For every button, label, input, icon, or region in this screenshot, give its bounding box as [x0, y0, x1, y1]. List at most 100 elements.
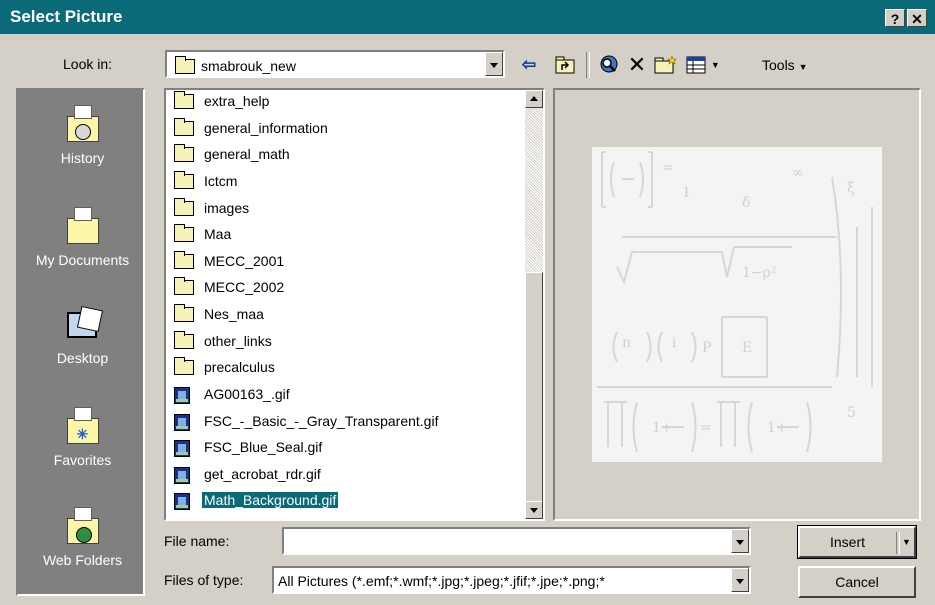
favorites-icon: ✳ [65, 407, 101, 446]
svg-text:=: = [662, 160, 674, 176]
list-item-name: precalculus [204, 359, 275, 375]
select-picture-dialog: Select Picture ? ✕ Look in: smabrouk_new… [0, 0, 935, 605]
folder-icon [174, 251, 194, 269]
title-bar[interactable]: Select Picture ? ✕ [0, 0, 935, 34]
history-icon [65, 105, 101, 144]
list-item-name: general_information [204, 120, 328, 136]
svg-text:∞: ∞ [792, 165, 804, 181]
my-documents-icon [65, 207, 101, 246]
list-item-name: AG00163_.gif [204, 386, 290, 402]
gif-file-icon [174, 387, 190, 404]
folder-icon [174, 331, 194, 349]
folder-icon [174, 304, 194, 322]
caret-down-icon: ▼ [710, 60, 720, 70]
folder-icon [174, 357, 194, 375]
svg-text:P: P [702, 340, 711, 356]
place-desktop[interactable]: Desktop [18, 305, 147, 366]
insert-options-arrow-icon[interactable]: ▼ [902, 528, 911, 556]
tools-menu-button[interactable]: Tools ▼ [762, 53, 824, 77]
place-label: Favorites [53, 452, 112, 468]
up-folder-icon [555, 56, 575, 74]
insert-label: Insert [829, 534, 865, 550]
cancel-label: Cancel [835, 574, 879, 590]
file-name-field[interactable] [282, 527, 751, 555]
chevron-down-icon[interactable] [485, 52, 503, 76]
caret-down-icon: ▼ [798, 62, 808, 72]
folder-icon [174, 277, 194, 295]
back-button[interactable]: ⇦ [517, 53, 541, 77]
desktop-icon [65, 305, 103, 344]
files-of-type-dropdown[interactable]: All Pictures (*.emf;*.wmf;*.jpg;*.jpeg;*… [272, 566, 751, 594]
svg-text:E: E [742, 340, 752, 356]
list-item-name: Math_Background.gif [200, 491, 340, 509]
gif-file-icon [174, 414, 190, 431]
svg-text:1−ρ²: 1−ρ² [742, 265, 776, 281]
file-list[interactable]: extra_help general_information general_m… [164, 88, 545, 521]
list-item-name: images [204, 200, 250, 216]
delete-button[interactable]: ✕ [626, 53, 648, 77]
insert-button[interactable]: Insert ▼ [797, 525, 917, 559]
look-in-label: Look in: [63, 56, 113, 72]
list-item-name: FSC_Blue_Seal.gif [204, 439, 323, 455]
list-item-name: Nes_maa [204, 306, 264, 322]
scroll-up-button[interactable] [525, 90, 543, 108]
create-new-folder-button[interactable] [653, 53, 679, 77]
views-button[interactable]: ▼ [683, 53, 723, 77]
svg-text:1+: 1+ [652, 420, 673, 436]
list-item-name: other_links [204, 333, 272, 349]
back-arrow-icon: ⇦ [521, 55, 537, 74]
folder-icon [174, 144, 194, 162]
list-item-name: FSC_-_Basic_-_Gray_Transparent.gif [204, 413, 439, 429]
svg-text:1: 1 [682, 185, 691, 201]
place-label: Web Folders [42, 552, 123, 568]
place-label: History [60, 150, 105, 166]
search-web-button[interactable] [596, 53, 622, 77]
folder-icon [174, 91, 194, 109]
chevron-down-icon[interactable] [731, 529, 749, 553]
svg-text:1+: 1+ [767, 420, 788, 436]
folder-icon [174, 118, 194, 136]
gif-file-icon [174, 440, 190, 457]
dialog-title: Select Picture [10, 7, 123, 26]
cancel-button[interactable]: Cancel [798, 566, 916, 598]
scroll-thumb[interactable] [525, 272, 543, 502]
svg-text:i: i [672, 335, 677, 351]
up-one-level-button[interactable] [553, 53, 577, 77]
look-in-value: smabrouk_new [201, 58, 296, 74]
svg-text:=: = [700, 420, 712, 436]
list-item-name: Maa [204, 226, 232, 242]
button-separator [896, 532, 900, 554]
place-favorites[interactable]: ✳ Favorites [18, 407, 147, 468]
list-item-name: extra_help [204, 93, 270, 109]
gif-file-icon [174, 493, 190, 510]
close-button[interactable]: ✕ [907, 9, 927, 27]
preview-pane: = 1 δ ∞ ξ n i P E 1+ = 1+ 5 1−ρ² [553, 88, 921, 521]
help-button[interactable]: ? [885, 9, 905, 27]
svg-text:5: 5 [847, 405, 856, 421]
chevron-down-icon[interactable] [731, 568, 749, 592]
file-name-label: File name: [164, 533, 230, 549]
svg-text:n: n [622, 335, 631, 351]
places-bar: History My Documents Desktop ✳ Favorites [16, 88, 145, 596]
files-of-type-label: Files of type: [164, 572, 244, 588]
list-item-name: MECC_2002 [204, 279, 285, 295]
look-in-dropdown[interactable]: smabrouk_new [165, 50, 505, 78]
new-folder-icon [654, 55, 677, 74]
place-web-folders[interactable]: Web Folders [18, 507, 147, 568]
vertical-scrollbar[interactable] [525, 90, 543, 519]
scroll-down-button[interactable] [525, 501, 543, 519]
folder-icon [174, 224, 194, 242]
folder-icon [174, 171, 194, 189]
place-label: Desktop [56, 350, 109, 366]
preview-image: = 1 δ ∞ ξ n i P E 1+ = 1+ 5 1−ρ² [592, 147, 882, 462]
files-of-type-value: All Pictures (*.emf;*.wmf;*.jpg;*.jpeg;*… [278, 573, 605, 589]
place-my-documents[interactable]: My Documents [18, 207, 147, 268]
math-background-image: = 1 δ ∞ ξ n i P E 1+ = 1+ 5 1−ρ² [597, 151, 873, 453]
folder-icon [174, 198, 194, 216]
place-label: My Documents [35, 252, 130, 268]
folder-icon [175, 56, 195, 74]
place-history[interactable]: History [18, 105, 147, 166]
gif-file-icon [174, 467, 190, 484]
list-item-name: MECC_2001 [204, 253, 285, 269]
toolbar-separator [586, 52, 590, 78]
